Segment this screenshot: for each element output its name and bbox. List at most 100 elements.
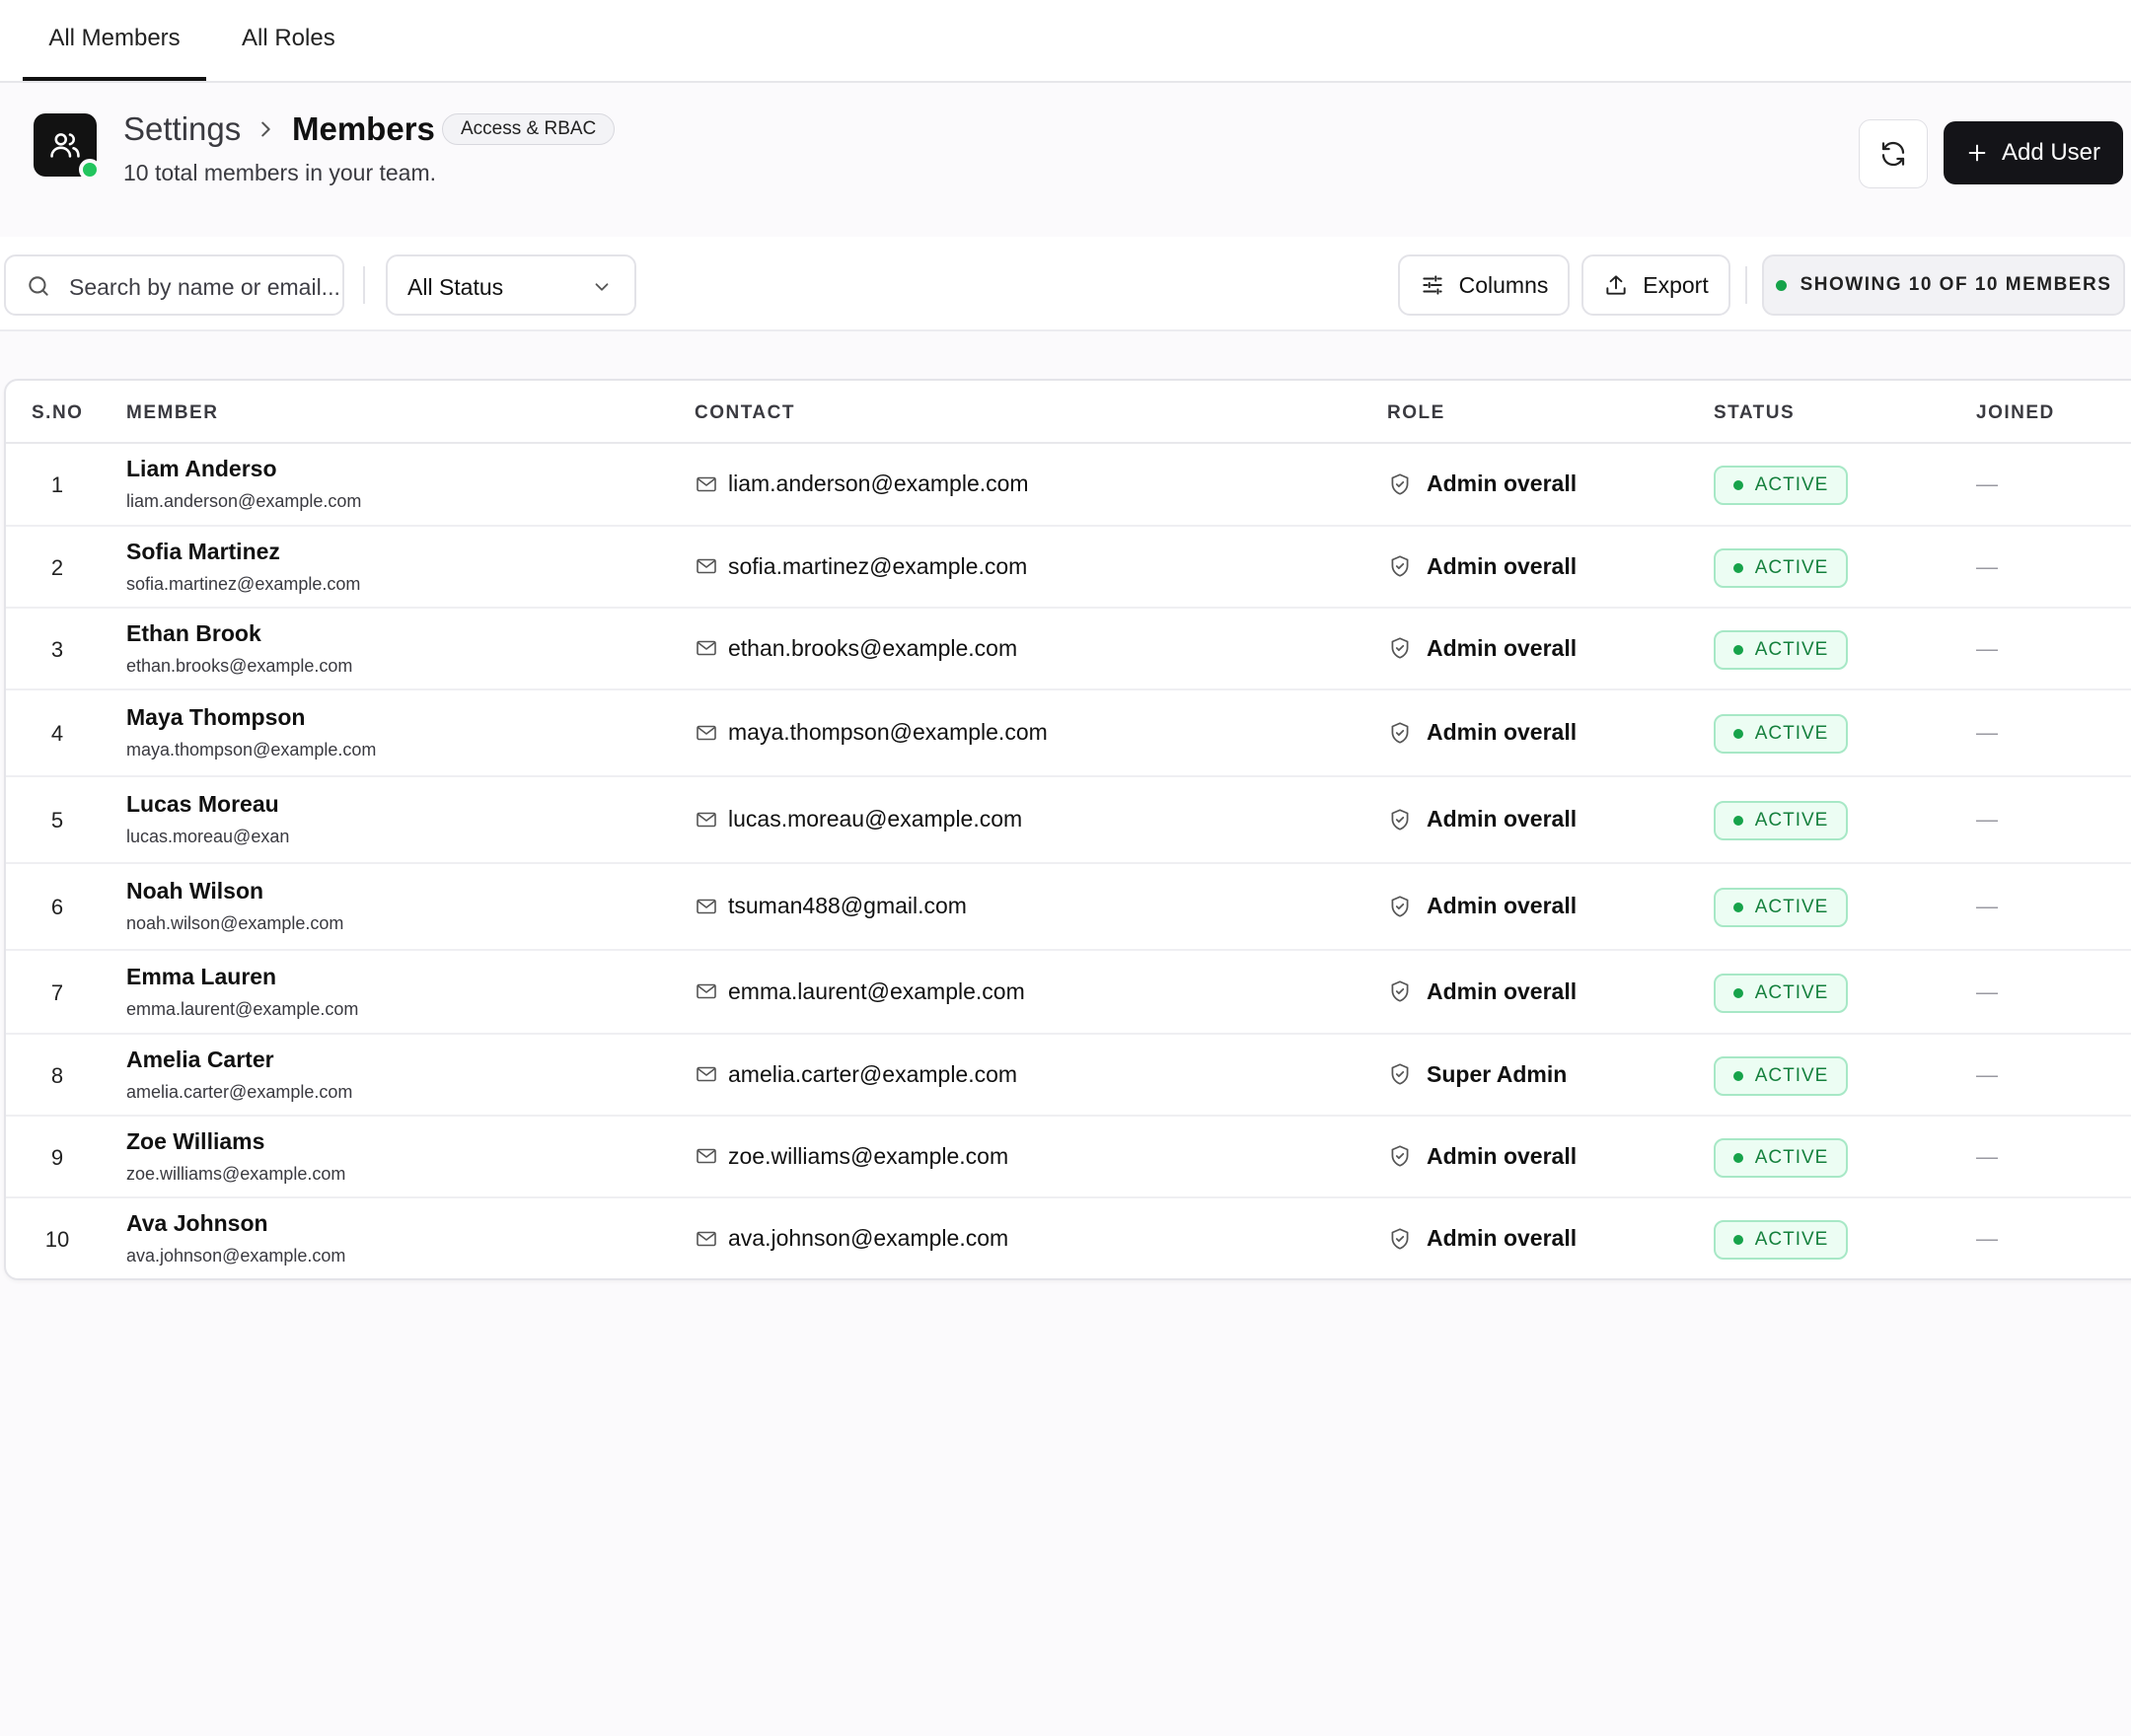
header-contact: CONTACT [695, 402, 795, 423]
mail-icon [697, 558, 716, 574]
status-filter-value: All Status [407, 274, 504, 300]
joined-date: — [1976, 720, 1998, 745]
shield-check-icon [1391, 555, 1409, 577]
contact-email[interactable]: liam.anderson@example.com [695, 470, 1029, 497]
table-row[interactable]: 1 Liam Anderso liam.anderson@example.com li… [6, 444, 2131, 527]
shield-check-icon [1391, 721, 1409, 744]
row-sno: 2 [50, 554, 64, 580]
breadcrumb-settings[interactable]: Settings [123, 110, 241, 148]
member-role: Admin overall [1387, 1225, 1577, 1252]
table-header: S.NO MEMBER CONTACT ROLE STATUS JOINED [6, 381, 2131, 444]
export-button[interactable]: Export [1581, 254, 1730, 316]
refresh-button[interactable] [1859, 119, 1928, 188]
status-label: ACTIVE [1754, 981, 1829, 1003]
member-email: ethan.brooks@example.com [126, 655, 353, 676]
add-user-label: Add User [2001, 139, 2101, 166]
row-sno: 6 [50, 895, 64, 919]
role-label: Super Admin [1427, 1060, 1568, 1087]
table-row[interactable]: 10 Ava Johnson ava.johnson@example.com ava.… [6, 1198, 2131, 1281]
member-email: noah.wilson@example.com [126, 913, 344, 933]
contact-email[interactable]: ethan.brooks@example.com [695, 635, 1017, 662]
row-sno: 5 [50, 808, 64, 832]
contact-email[interactable]: tsuman488@gmail.com [695, 893, 967, 919]
status-label: ACTIVE [1754, 810, 1829, 831]
columns-button[interactable]: Columns [1398, 254, 1570, 316]
mail-icon [697, 983, 716, 999]
row-sno: 4 [50, 721, 64, 746]
shield-check-icon [1391, 472, 1409, 495]
contact-email[interactable]: zoe.williams@example.com [695, 1143, 1008, 1170]
status-badge: ACTIVE [1714, 714, 1848, 754]
status-label: ACTIVE [1754, 638, 1829, 660]
contact-email-text: maya.thompson@example.com [728, 719, 1048, 745]
shield-check-icon [1391, 637, 1409, 659]
divider [1745, 266, 1747, 304]
sliders-icon [1422, 275, 1442, 295]
table-row[interactable]: 2 Sofia Martinez sofia.martinez@example.co… [6, 527, 2131, 609]
mail-icon [697, 812, 716, 827]
status-dot [1732, 1070, 1743, 1081]
member-email: ava.johnson@example.com [126, 1246, 346, 1266]
mail-icon [697, 899, 716, 913]
table-row[interactable]: 9 Zoe Williams zoe.williams@example.com zoe… [6, 1117, 2131, 1198]
table-row[interactable]: 6 Noah Wilson noah.wilson@example.com tsuma… [6, 864, 2131, 951]
joined-date: — [1976, 1061, 1998, 1087]
role-label: Admin overall [1427, 806, 1578, 832]
shield-check-icon [1391, 895, 1409, 917]
contact-email-text: ava.johnson@example.com [728, 1225, 1009, 1251]
table-row[interactable]: 8 Amelia Carter amelia.carter@example.com a… [6, 1035, 2131, 1117]
search-placeholder: Search by name or email... [69, 274, 340, 300]
table-row[interactable]: 3 Ethan Brook ethan.brooks@example.com etha… [6, 609, 2131, 690]
upload-icon [1606, 275, 1626, 295]
role-label: Admin overall [1427, 1225, 1578, 1251]
status-badge: ACTIVE [1714, 973, 1848, 1013]
tab-all-members[interactable]: All Members [23, 0, 206, 81]
members-table: S.NO MEMBER CONTACT ROLE STATUS JOINED 1… [4, 379, 2131, 1280]
mail-icon [697, 1231, 716, 1246]
status-label: ACTIVE [1754, 1064, 1829, 1086]
member-name: Lucas Moreau [126, 791, 279, 817]
role-label: Admin overall [1427, 977, 1578, 1004]
member-role: Admin overall [1387, 635, 1577, 662]
member-name: Emma Lauren [126, 963, 277, 989]
status-filter-select[interactable]: All Status [386, 254, 636, 316]
shield-check-icon [1391, 1063, 1409, 1085]
contact-email[interactable]: sofia.martinez@example.com [695, 553, 1027, 580]
joined-date: — [1976, 894, 1998, 918]
contact-email[interactable]: ava.johnson@example.com [695, 1225, 1008, 1252]
status-label: ACTIVE [1754, 1229, 1829, 1250]
member-email: emma.laurent@example.com [126, 998, 359, 1019]
joined-date: — [1976, 807, 1998, 832]
contact-email[interactable]: emma.laurent@example.com [695, 978, 1025, 1005]
row-sno: 8 [50, 1062, 64, 1088]
contact-email[interactable]: amelia.carter@example.com [695, 1061, 1017, 1088]
add-user-button[interactable]: Add User [1944, 121, 2123, 184]
contact-email-text: amelia.carter@example.com [728, 1060, 1018, 1087]
member-role: Admin overall [1387, 1143, 1577, 1170]
export-label: Export [1643, 271, 1709, 298]
status-dot [1732, 1235, 1743, 1245]
tab-bar: All Members All Roles [0, 0, 2131, 83]
member-role: Super Admin [1387, 1061, 1567, 1088]
mail-icon [697, 476, 716, 491]
joined-date: — [1976, 1143, 1998, 1169]
search-icon [29, 276, 48, 296]
status-badge: ACTIVE [1714, 547, 1848, 588]
table-row[interactable]: 7 Emma Lauren emma.laurent@example.com emma… [6, 951, 2131, 1035]
row-sno: 9 [50, 1144, 64, 1170]
status-dot [1732, 987, 1743, 998]
table-row[interactable]: 5 Lucas Moreau lucas.moreau@exan lucas.more… [6, 777, 2131, 864]
role-label: Admin overall [1427, 893, 1578, 918]
contact-email[interactable]: lucas.moreau@example.com [695, 806, 1022, 832]
header-sno: S.NO [32, 402, 84, 423]
status-badge: ACTIVE [1714, 1137, 1848, 1178]
contact-email-text: emma.laurent@example.com [728, 977, 1025, 1004]
contact-email[interactable]: maya.thompson@example.com [695, 719, 1048, 746]
table-row[interactable]: 4 Maya Thompson maya.thompson@example.com m… [6, 690, 2131, 777]
tab-all-roles[interactable]: All Roles [242, 0, 335, 83]
row-sno: 3 [50, 636, 64, 662]
member-role: Admin overall [1387, 893, 1577, 919]
status-badge: ACTIVE [1714, 629, 1848, 670]
search-input[interactable]: Search by name or email... [4, 254, 344, 316]
status-dot [1732, 816, 1743, 826]
